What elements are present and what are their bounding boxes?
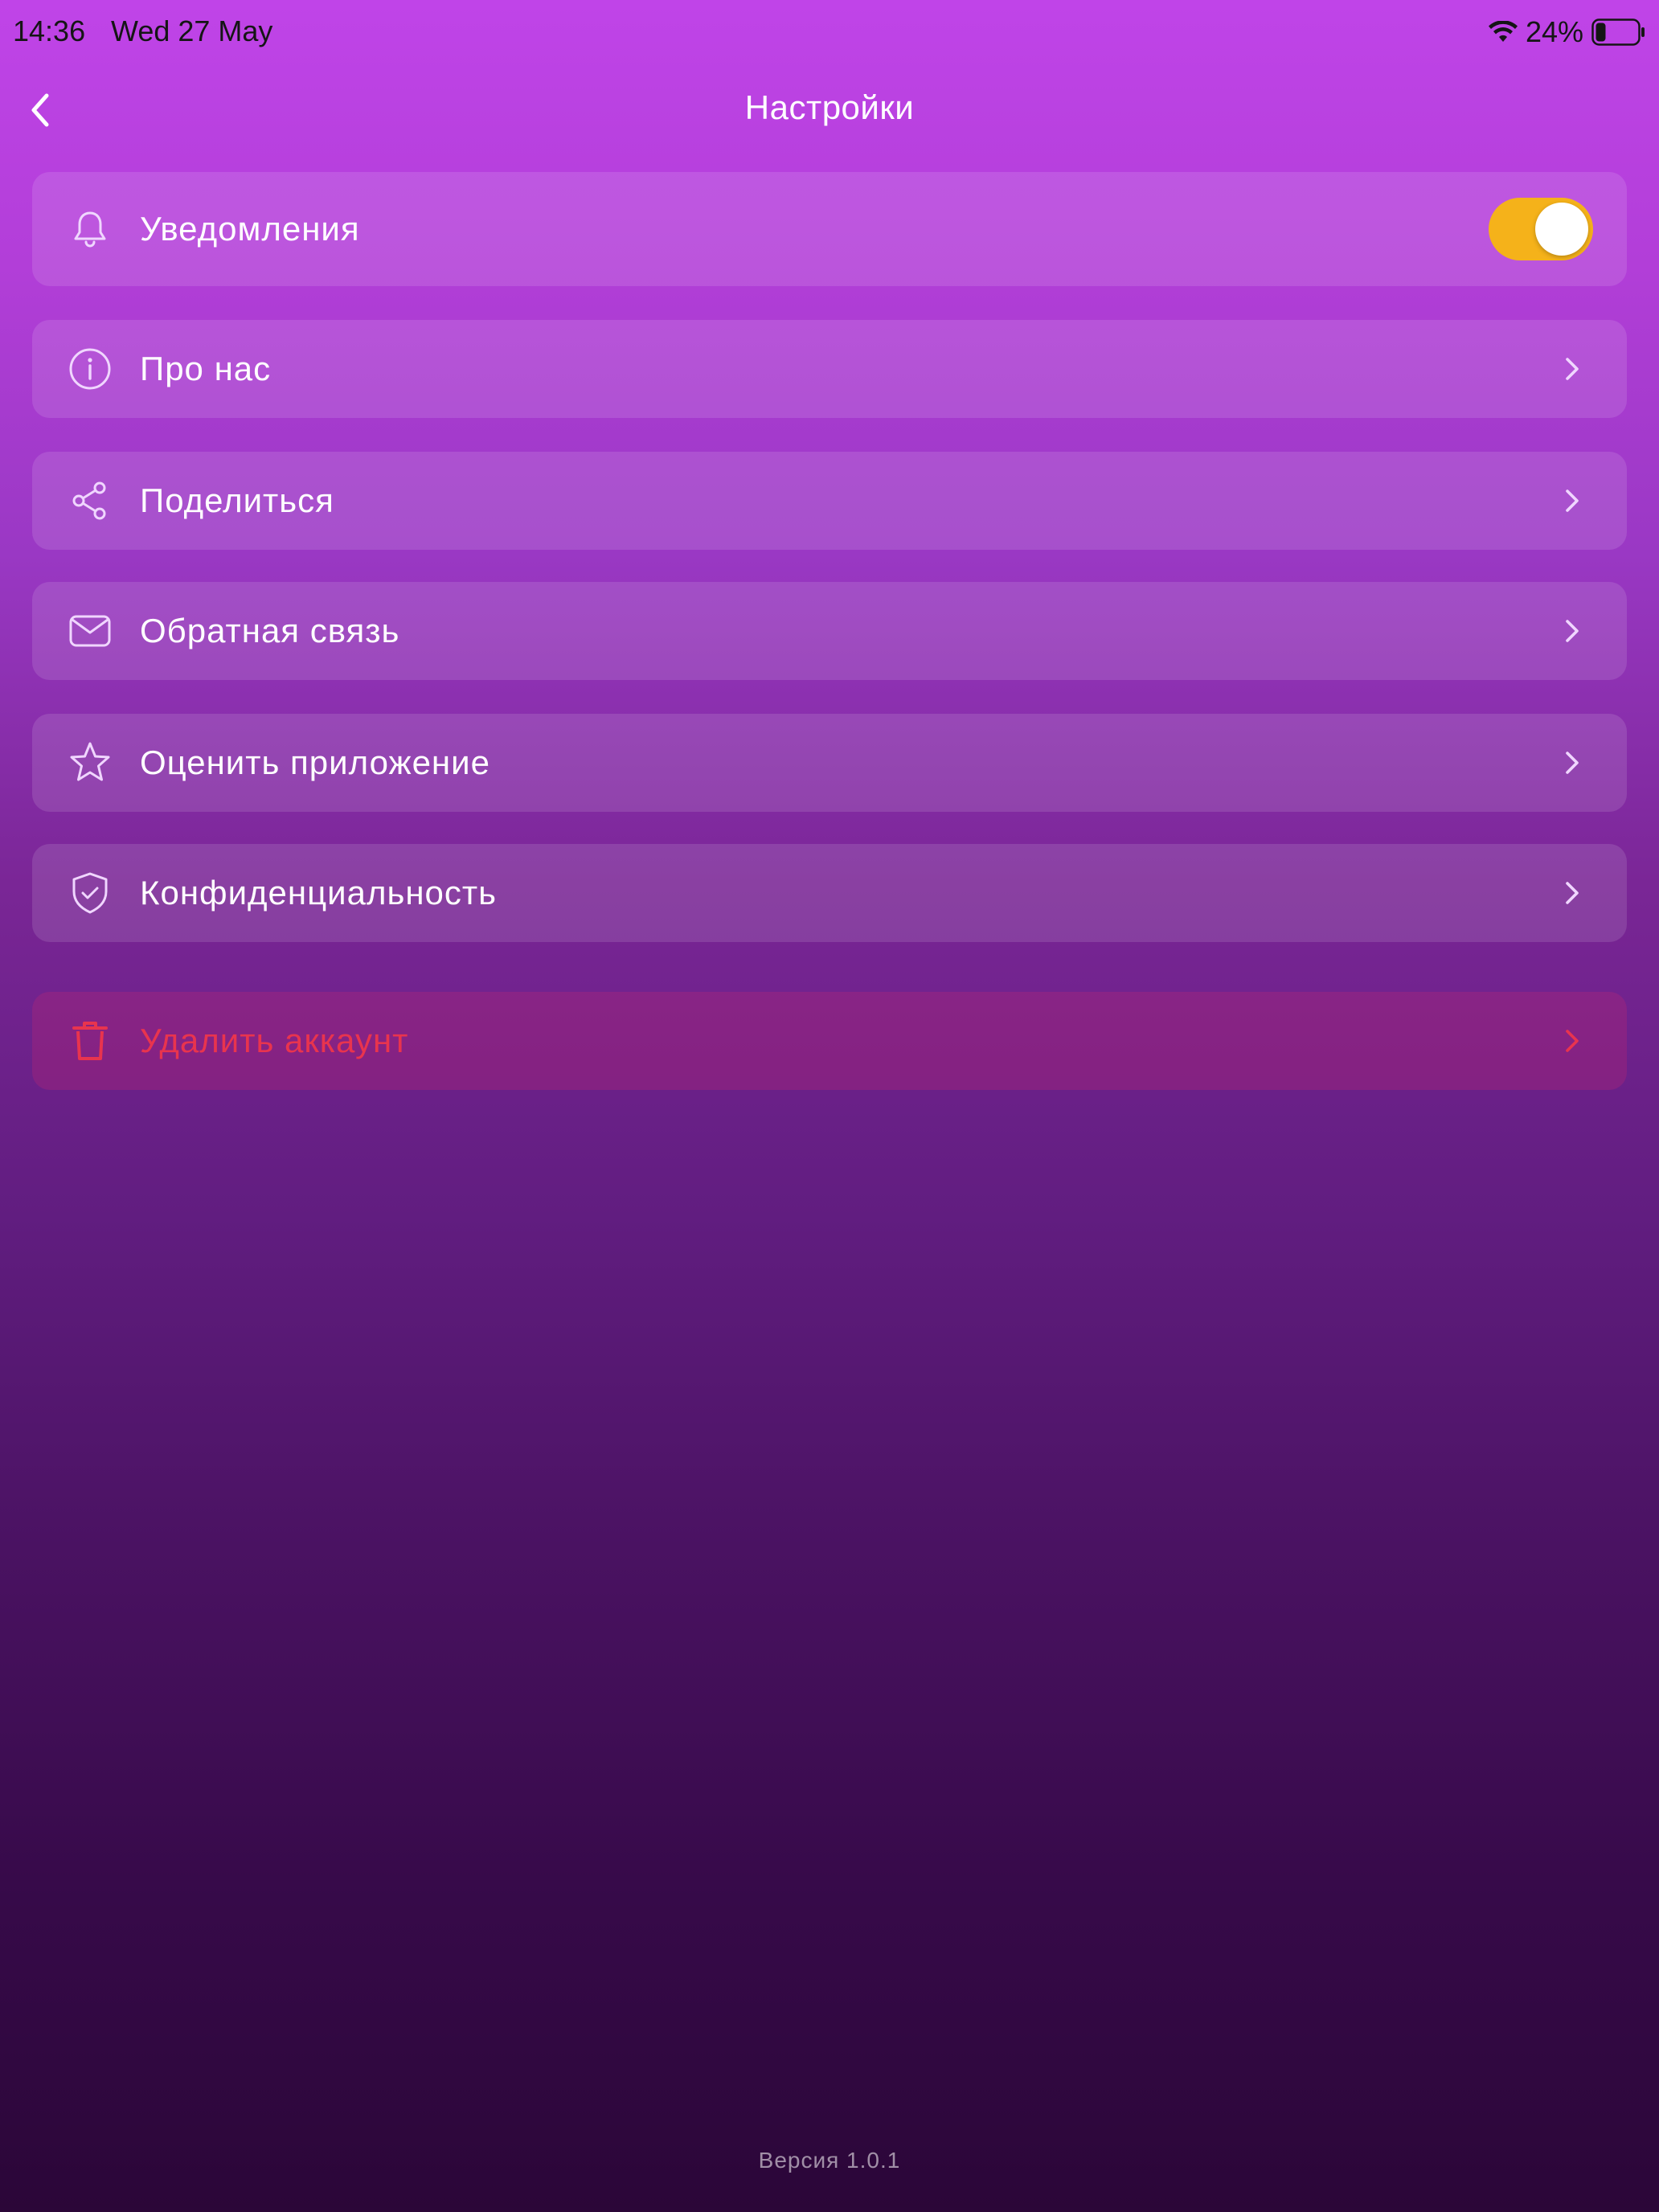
about-label: Про нас: [140, 350, 272, 387]
rate-label: Оценить приложение: [140, 743, 490, 781]
delete-account-label: Удалить аккаунт: [140, 1022, 409, 1059]
chevron-right-icon: [1563, 749, 1582, 776]
status-bar: 14:36 Wed 27 May 24%: [0, 0, 1659, 64]
share-icon: [68, 478, 113, 523]
status-indicators: 24%: [1488, 13, 1646, 51]
chevron-right-icon: [1563, 355, 1582, 383]
info-icon: [68, 346, 113, 391]
share-label: Поделиться: [140, 481, 334, 519]
mail-icon: [68, 608, 113, 653]
toggle-knob: [1535, 203, 1588, 256]
chevron-right-icon: [1563, 1027, 1582, 1055]
privacy-row[interactable]: Конфиденциальность: [32, 844, 1627, 942]
chevron-right-icon: [1563, 487, 1582, 514]
delete-account-row[interactable]: Удалить аккаунт: [32, 992, 1627, 1090]
notifications-label: Уведомления: [140, 210, 360, 248]
star-icon: [68, 740, 113, 785]
chevron-right-icon: [1563, 617, 1582, 645]
battery-fill: [1596, 23, 1606, 42]
notifications-row: Уведомления: [32, 172, 1627, 286]
feedback-label: Обратная связь: [140, 612, 400, 649]
notifications-toggle[interactable]: [1489, 198, 1593, 260]
rate-row[interactable]: Оценить приложение: [32, 714, 1627, 812]
chevron-right-icon: [1563, 879, 1582, 907]
privacy-label: Конфиденциальность: [140, 874, 498, 911]
shield-check-icon: [68, 870, 113, 916]
status-date: Wed 27 May: [111, 14, 273, 47]
wifi-icon: [1488, 21, 1518, 42]
app-version: Версия 1.0.1: [758, 2148, 901, 2173]
battery-icon: [1591, 18, 1645, 46]
bell-icon: [68, 207, 113, 252]
feedback-row[interactable]: Обратная связь: [32, 582, 1627, 680]
page-title: Настройки: [744, 88, 915, 126]
battery-percent: 24%: [1525, 15, 1583, 48]
about-row[interactable]: Про нас: [32, 320, 1627, 418]
share-row[interactable]: Поделиться: [32, 452, 1627, 550]
status-time: 14:36: [13, 14, 86, 47]
trash-icon: [68, 1018, 113, 1063]
